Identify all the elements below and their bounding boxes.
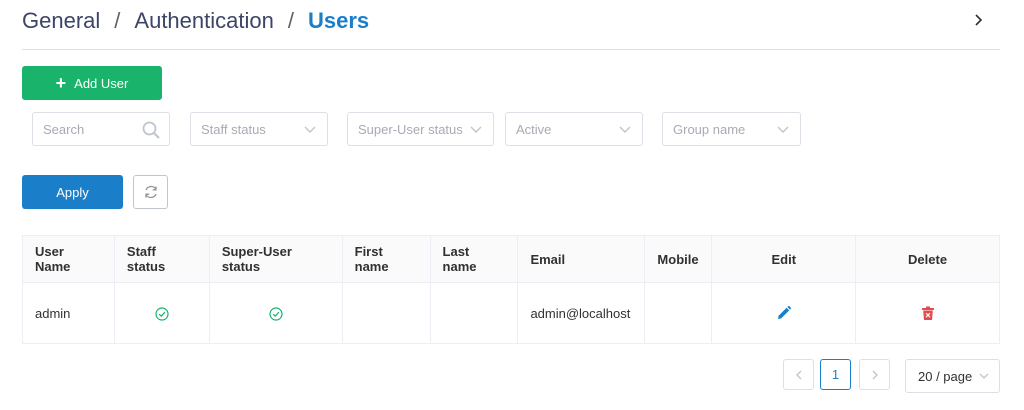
page-title: Users [307,8,370,33]
table-row: admin admin@localhost [22,282,1000,344]
reset-button[interactable] [133,175,168,209]
chevron-down-icon [619,126,631,133]
trash-icon[interactable] [921,306,935,321]
cell-mobile [644,282,713,344]
plus-icon: + [55,73,67,93]
pencil-icon[interactable] [776,305,792,321]
column-header-superuser-status[interactable]: Super-User status [208,235,343,283]
chevron-left-icon [795,370,801,379]
column-header-last-name[interactable]: Last name [429,235,519,283]
staff-status-placeholder: Staff status [201,121,266,137]
breadcrumb-separator: / [287,8,294,33]
superuser-status-placeholder: Super-User status [358,121,463,137]
page-size-select[interactable]: 20 / page [905,359,1000,393]
add-user-button[interactable]: + Add User [22,66,162,100]
check-circle-icon [155,307,169,321]
table-header-row: User Name Staff status Super-User status… [22,235,1000,283]
search-input[interactable]: Search [32,112,170,146]
column-header-delete: Delete [855,235,1000,283]
page-number-current[interactable]: 1 [820,359,851,390]
superuser-status-select[interactable]: Super-User status [347,112,494,146]
breadcrumb: General / Authentication / Users [22,6,369,36]
breadcrumb-separator: / [114,8,121,33]
chevron-down-icon [979,373,989,379]
group-name-placeholder: Group name [673,121,746,137]
page-size-value: 20 / page [918,368,973,384]
cell-user-name: admin [22,282,115,344]
apply-label: Apply [56,184,89,200]
users-table: User Name Staff status Super-User status… [22,235,1000,344]
column-header-mobile[interactable]: Mobile [644,235,713,283]
cell-superuser-status [208,282,343,344]
refresh-icon [144,185,157,199]
column-header-staff-status[interactable]: Staff status [113,235,210,283]
chevron-down-icon [777,126,789,133]
breadcrumb-authentication[interactable]: Authentication [134,8,273,34]
add-user-label: Add User [74,75,129,91]
group-name-select[interactable]: Group name [662,112,801,146]
chevron-down-icon [304,126,316,133]
cell-last-name [429,282,519,344]
breadcrumb-general[interactable]: General [22,8,100,34]
cell-staff-status [113,282,210,344]
check-circle-icon [269,307,283,321]
cell-first-name [341,282,431,344]
chevron-down-icon [470,126,482,133]
column-header-first-name[interactable]: First name [341,235,431,283]
staff-status-select[interactable]: Staff status [190,112,328,146]
cell-delete [855,282,1000,344]
next-page-button[interactable] [859,359,890,390]
active-placeholder: Active [516,121,552,137]
header-divider [22,49,1000,50]
search-placeholder: Search [43,121,85,137]
column-header-email[interactable]: Email [517,235,646,283]
active-select[interactable]: Active [505,112,643,146]
apply-button[interactable]: Apply [22,175,123,209]
search-icon [142,121,160,139]
cell-email: admin@localhost [517,282,646,344]
prev-page-button[interactable] [783,359,814,390]
column-header-user-name[interactable]: User Name [22,235,115,283]
cell-edit [711,282,857,344]
column-header-edit: Edit [711,235,857,283]
chevron-right-icon [872,370,878,379]
chevron-right-icon[interactable] [970,10,986,30]
